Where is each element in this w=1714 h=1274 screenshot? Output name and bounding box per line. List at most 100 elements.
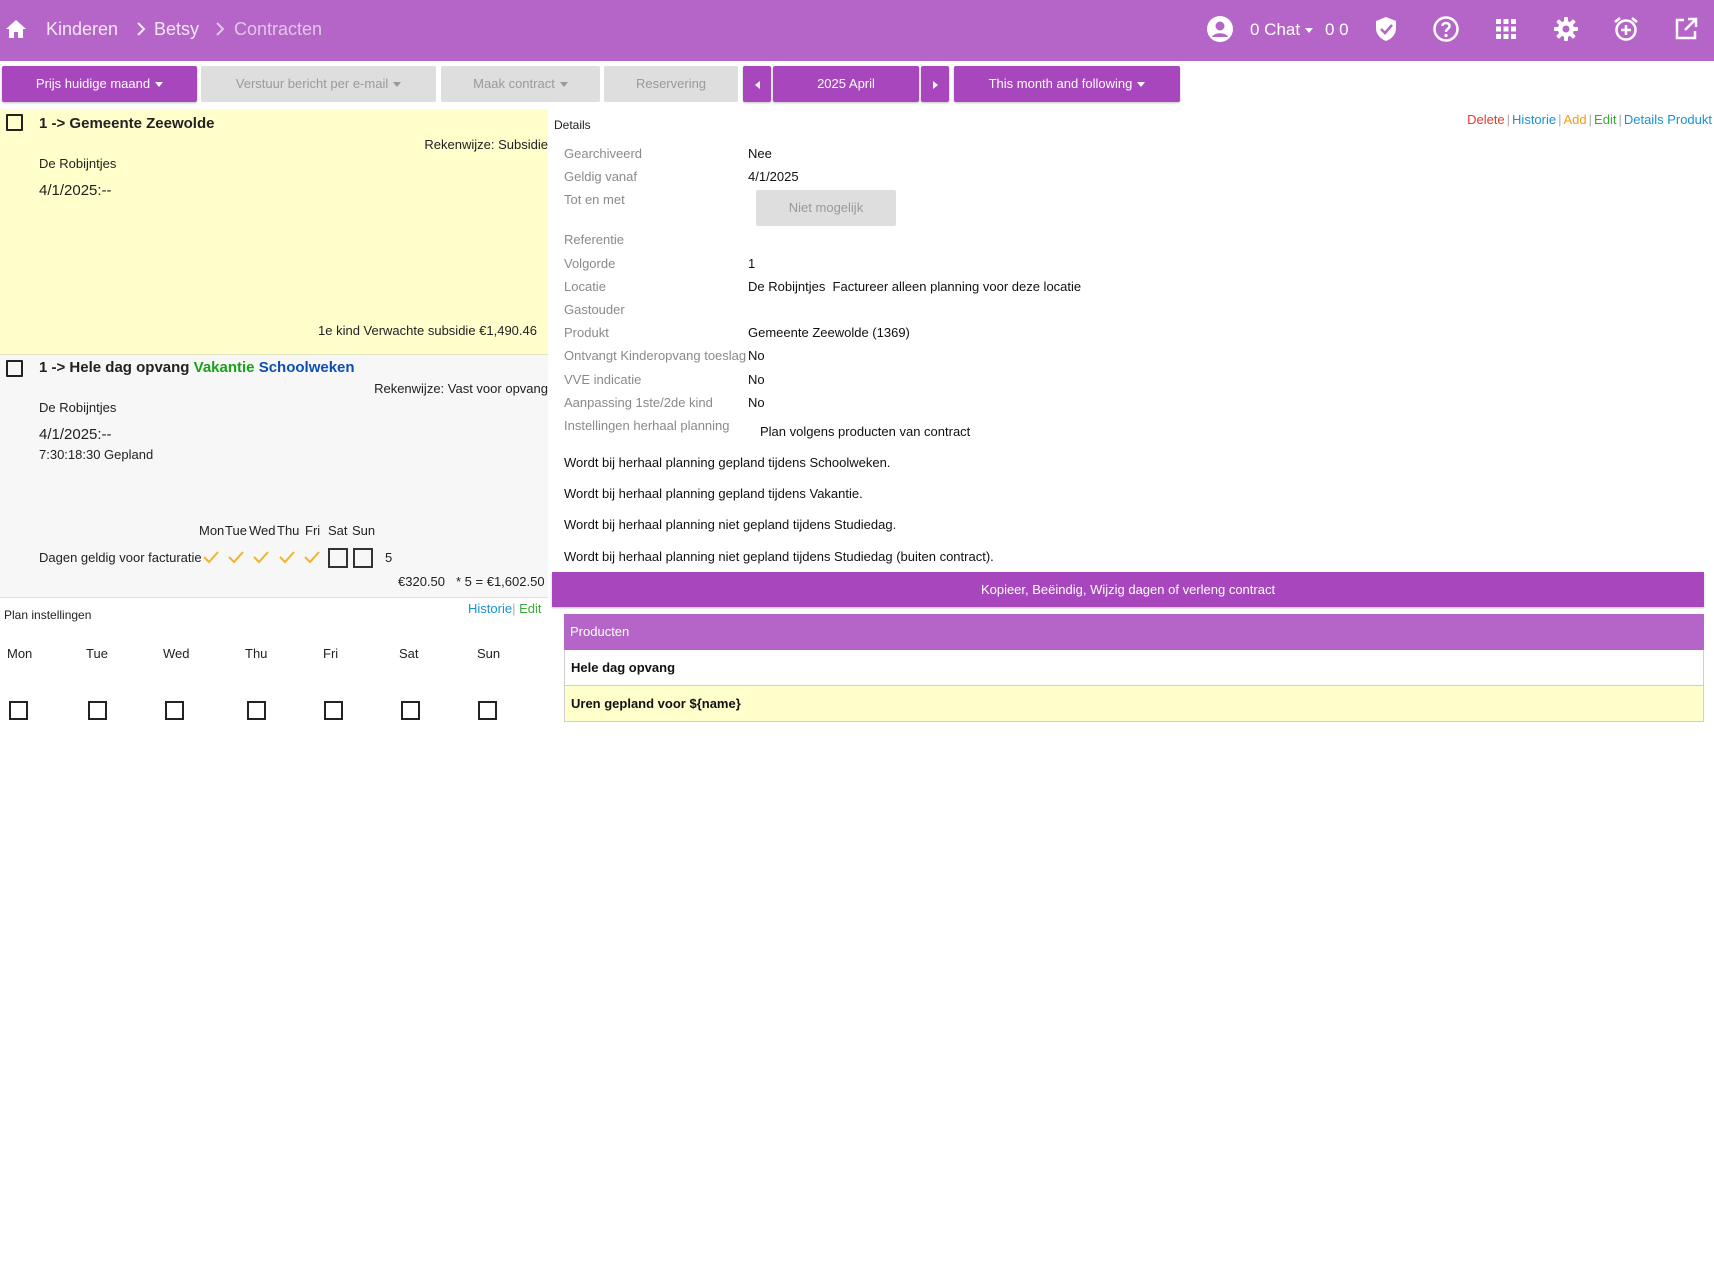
range-label: This month and following [988, 76, 1133, 91]
value-herhaal-planning: Plan volgens producten van contract [760, 424, 971, 439]
contract-select-checkbox[interactable] [6, 114, 23, 131]
plan-checkbox-thu[interactable] [247, 701, 266, 720]
account-icon[interactable] [1206, 15, 1234, 43]
planning-note: Wordt bij herhaal planning gepland tijde… [564, 455, 891, 470]
label-gastouder: Gastouder [564, 302, 625, 317]
value-kinderopvang-toeslag: No [748, 348, 765, 363]
arrow-left-icon [754, 80, 760, 89]
plan-checkbox-wed[interactable] [165, 701, 184, 720]
next-month-button[interactable] [921, 66, 949, 102]
plan-checkbox-mon[interactable] [9, 701, 28, 720]
value-aanpassing-kind: No [748, 395, 765, 410]
caret-down-icon [155, 82, 164, 88]
planning-note: Wordt bij herhaal planning gepland tijde… [564, 486, 863, 501]
label-herhaal-planning: Instellingen herhaal planning [564, 418, 730, 433]
copy-end-change-contract-button[interactable]: Kopieer, Beëindig, Wijzig dagen of verle… [552, 572, 1704, 607]
contract-rekenwijze: Rekenwijze: Subsidie [424, 137, 548, 152]
plan-checkbox-tue[interactable] [88, 701, 107, 720]
create-contract-label: Maak contract [473, 76, 555, 91]
contract-date: 4/1/2025:-- [39, 426, 112, 443]
producten-header: Producten [564, 614, 1704, 650]
value-produkt: Gemeente Zeewolde (1369) [748, 325, 910, 340]
contract-card[interactable]: 1 -> Gemeente Zeewolde Rekenwijze: Subsi… [0, 109, 548, 355]
value-locatie: De Robijntjes Factureer alleen planning … [748, 279, 1082, 294]
tag-vakantie: Vakantie [193, 359, 255, 376]
contract-time: 7:30:18:30 Gepland [39, 447, 154, 462]
check-icon [203, 551, 219, 564]
label-tot-en-met: Tot en met [564, 192, 625, 207]
plan-historie-link[interactable]: Historie [468, 601, 512, 616]
day-header-fri: Fri [305, 523, 321, 538]
alarm-add-icon[interactable] [1612, 15, 1640, 43]
apps-grid-icon[interactable] [1492, 15, 1520, 43]
caret-down-icon [393, 82, 402, 88]
plan-day-sun: Sun [477, 646, 501, 661]
month-selector[interactable]: 2025 April [773, 66, 919, 102]
home-icon[interactable] [4, 17, 28, 41]
historie-link[interactable]: Historie [1512, 112, 1556, 127]
day-header-sun: Sun [352, 523, 376, 538]
day-header-tue: Tue [225, 523, 247, 538]
create-contract-button[interactable]: Maak contract [441, 66, 600, 102]
contract-location: De Robijntjes [39, 156, 117, 171]
label-locatie: Locatie [564, 279, 606, 294]
check-icon [253, 551, 269, 564]
previous-month-button[interactable] [743, 66, 771, 102]
gear-icon[interactable] [1552, 15, 1580, 43]
day-count: 5 [385, 550, 393, 565]
plan-day-sat: Sat [399, 646, 419, 661]
value-geldig-vanaf: 4/1/2025 [748, 169, 799, 184]
delete-link[interactable]: Delete [1467, 112, 1505, 127]
product-row[interactable]: Uren gepland voor ${name} [564, 686, 1704, 722]
send-email-button[interactable]: Verstuur bericht per e-mail [201, 66, 436, 102]
label-geldig-vanaf: Geldig vanaf [564, 169, 637, 184]
contract-title: 1 -> Hele dag opvang Vakantie Schoolweke… [39, 359, 355, 376]
unit-price: €320.50 [398, 574, 445, 589]
add-link[interactable]: Add [1564, 112, 1587, 127]
plan-day-tue: Tue [86, 646, 108, 661]
total-price: * 5 = €1,602.50 [456, 574, 545, 589]
plan-checkbox-fri[interactable] [324, 701, 343, 720]
label-aanpassing-kind: Aanpassing 1ste/2de kind [564, 395, 713, 410]
help-icon[interactable] [1432, 15, 1460, 43]
chevron-right-icon [216, 22, 225, 36]
plan-edit-link[interactable]: Edit [519, 601, 541, 616]
plan-links: Historie| Edit [468, 601, 542, 616]
label-vve-indicatie: VVE indicatie [564, 372, 642, 387]
contract-rekenwijze: Rekenwijze: Vast voor opvang [374, 381, 548, 396]
label-referentie: Referentie [564, 232, 624, 247]
plan-checkbox-sat[interactable] [401, 701, 420, 720]
shield-check-icon[interactable] [1372, 15, 1400, 43]
value-gearchiveerd: Nee [748, 146, 772, 161]
open-external-icon[interactable] [1672, 15, 1700, 43]
day-unchecked-box [328, 548, 348, 568]
notification-counts: 0 0 [1325, 20, 1349, 39]
check-icon [279, 551, 295, 564]
planning-note: Wordt bij herhaal planning niet gepland … [564, 517, 897, 532]
reservation-button[interactable]: Reservering [604, 66, 738, 102]
details-links: Delete | Historie | Add | Edit | Details Produkt [1467, 112, 1712, 127]
plan-settings-title: Plan instellingen [4, 608, 92, 622]
breadcrumb-kinderen[interactable]: Kinderen [46, 19, 118, 40]
chat-label: 0 Chat [1250, 20, 1301, 39]
contract-title-prefix: 1 -> Hele dag opvang [39, 359, 190, 376]
range-selector[interactable]: This month and following [954, 66, 1180, 102]
contract-location: De Robijntjes [39, 400, 117, 415]
value-vve-indicatie: No [748, 372, 765, 387]
label-produkt: Produkt [564, 325, 609, 340]
contract-select-checkbox[interactable] [6, 360, 23, 377]
tag-schoolweken: Schoolweken [258, 359, 355, 376]
plan-checkbox-sun[interactable] [478, 701, 497, 720]
details-title: Details [554, 118, 591, 132]
contract-title: 1 -> Gemeente Zeewolde [39, 115, 215, 132]
breadcrumb-betsy[interactable]: Betsy [154, 19, 199, 40]
contract-date: 4/1/2025:-- [39, 182, 112, 199]
plan-day-mon: Mon [7, 646, 33, 661]
niet-mogelijk-button[interactable]: Niet mogelijk [756, 190, 896, 226]
price-current-month-button[interactable]: Prijs huidige maand [2, 66, 197, 102]
edit-link[interactable]: Edit [1594, 112, 1616, 127]
details-produkt-link[interactable]: Details Produkt [1624, 112, 1712, 127]
product-row[interactable]: Hele dag opvang [564, 650, 1704, 686]
day-header-wed: Wed [249, 523, 276, 538]
chat-menu[interactable]: 0 Chat [1250, 20, 1314, 40]
